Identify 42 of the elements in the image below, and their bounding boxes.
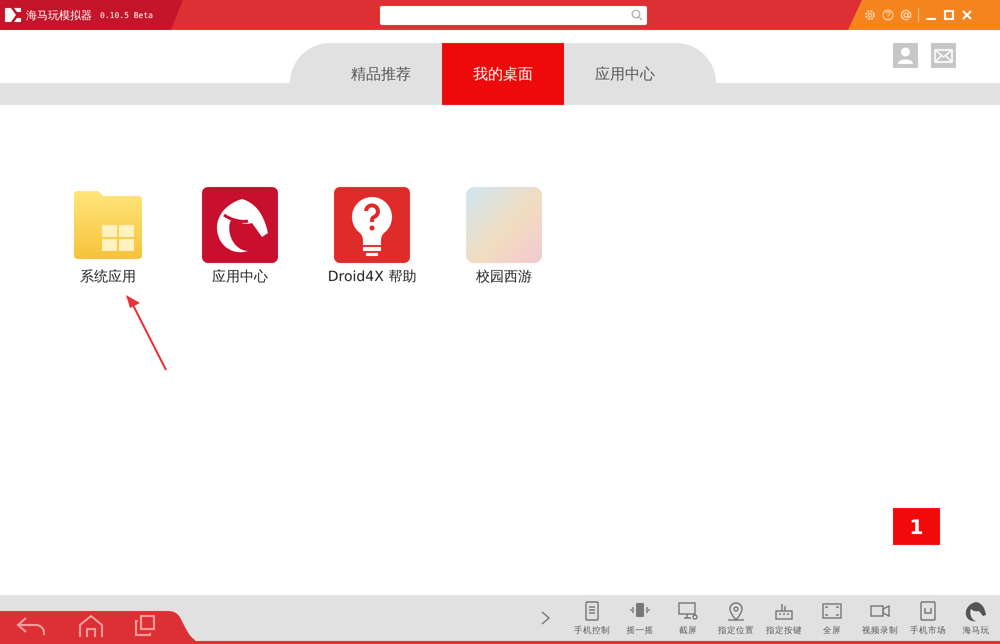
at-sign-icon[interactable]	[900, 9, 912, 21]
toolbar-button[interactable]: 手机市场	[904, 600, 952, 636]
lightbulb-question-icon	[334, 187, 410, 263]
map-pin-icon	[725, 600, 747, 622]
horse-head-icon	[202, 187, 278, 263]
desktop-app-item[interactable]: 校园西游	[438, 187, 570, 286]
toolbar-button[interactable]: 全屏	[808, 600, 856, 636]
tab[interactable]: 我的桌面	[442, 43, 564, 105]
maximize-icon[interactable]	[943, 9, 955, 21]
horse-head-icon	[965, 600, 987, 622]
app-label: 校园西游	[476, 268, 532, 286]
toolbar-button[interactable]: 视频录制	[856, 600, 904, 636]
toolbar-button[interactable]: 摇一摇	[616, 600, 664, 636]
app-label: Droid4X 帮助	[328, 268, 416, 286]
app-label: 系统应用	[80, 268, 136, 286]
toolbar-button[interactable]: 截屏	[664, 600, 712, 636]
close-icon[interactable]	[961, 9, 973, 21]
monitor-scissors-icon	[677, 600, 699, 622]
toolbar-button[interactable]: 指定位置	[712, 600, 760, 636]
tab[interactable]: 应用中心	[564, 43, 686, 105]
folder-icon	[72, 189, 144, 261]
app-logo-icon	[4, 7, 22, 23]
version-label: 0.10.5 Beta	[100, 10, 153, 20]
page-number: 1	[893, 508, 940, 545]
toolbar-button[interactable]: 手机控制	[568, 600, 616, 636]
back-icon[interactable]	[16, 615, 48, 637]
home-icon[interactable]	[78, 614, 104, 638]
app-label: 应用中心	[212, 268, 268, 286]
user-icon[interactable]	[893, 43, 918, 68]
toolbar-button[interactable]: 指定按键	[760, 600, 808, 636]
search-field[interactable]	[380, 6, 647, 24]
desktop-app-item[interactable]: 系统应用	[42, 187, 174, 286]
search-icon	[630, 9, 643, 21]
window-title: 海马玩模拟器	[26, 8, 92, 22]
mail-icon[interactable]	[931, 43, 956, 68]
recent-apps-icon[interactable]	[134, 615, 156, 637]
toolbar-button[interactable]: 海马玩	[952, 600, 1000, 636]
settings-icon[interactable]	[864, 9, 876, 21]
desktop-app-item[interactable]: 应用中心	[174, 187, 306, 286]
help-icon[interactable]	[882, 9, 894, 21]
tab[interactable]: 精品推荐	[320, 43, 442, 105]
desktop-app-item[interactable]: Droid4X 帮助	[306, 187, 438, 286]
